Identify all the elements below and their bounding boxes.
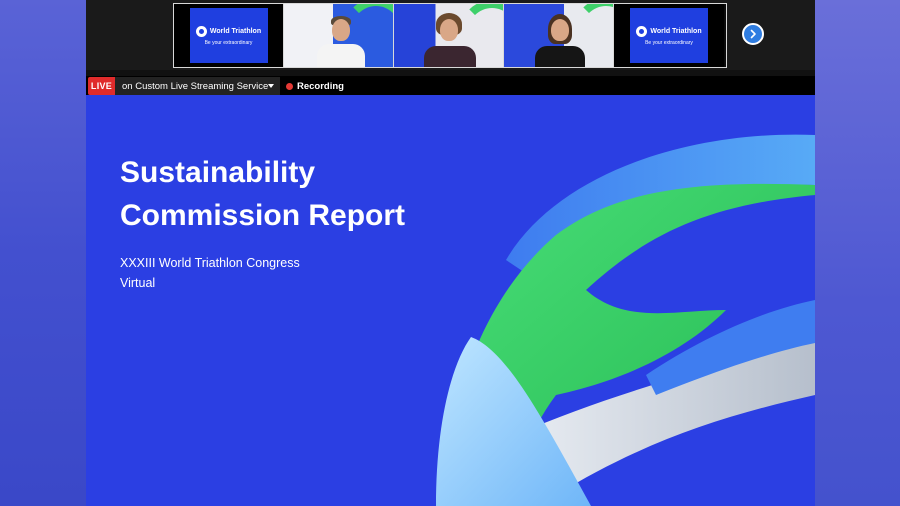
brand-name: World Triathlon <box>209 27 262 35</box>
shared-slide: Sustainability Commission Report XXXIII … <box>86 95 815 506</box>
video-tile-participant-2[interactable] <box>394 4 504 67</box>
stream-target-label: on Custom Live Streaming Service <box>122 80 269 92</box>
slide-subtitle-line-2: Virtual <box>120 276 156 290</box>
brand-card: World Triathlon Be your extraordinary <box>189 8 268 63</box>
participant-head <box>440 19 458 41</box>
recording-label: Recording <box>297 80 344 92</box>
brand-name: World Triathlon <box>650 27 702 35</box>
background-left <box>0 0 86 506</box>
brand-tagline: Be your extraordinary <box>645 39 693 46</box>
caret-down-icon <box>268 84 274 88</box>
video-tile-brand-1[interactable]: World Triathlon Be your extraordinary <box>174 4 284 67</box>
recording-indicator[interactable]: Recording <box>286 77 344 95</box>
live-badge[interactable]: LIVE <box>88 77 115 95</box>
meeting-status-bar: LIVE on Custom Live Streaming Service Re… <box>86 76 815 95</box>
slide-title-line-1: Sustainability <box>120 156 316 189</box>
participant-body <box>535 46 585 67</box>
next-page-button[interactable] <box>742 23 764 45</box>
live-stream-dropdown[interactable]: on Custom Live Streaming Service <box>115 77 280 95</box>
participant-head <box>551 19 569 41</box>
background-right <box>814 0 900 506</box>
meeting-window: World Triathlon Be your extraordinary Wo… <box>86 0 815 506</box>
video-tile-participant-1[interactable] <box>284 4 394 67</box>
video-thumbnails: World Triathlon Be your extraordinary Wo… <box>173 3 727 68</box>
world-triathlon-logo-icon <box>195 25 207 37</box>
world-triathlon-logo-icon <box>636 25 648 37</box>
brand-card: World Triathlon Be your extraordinary <box>630 8 708 63</box>
participant-body <box>317 44 365 67</box>
video-filmstrip: World Triathlon Be your extraordinary Wo… <box>86 0 815 70</box>
brand-tagline: Be your extraordinary <box>204 39 253 46</box>
video-tile-participant-3[interactable] <box>504 4 614 67</box>
slide-title-line-2: Commission Report <box>120 199 406 232</box>
slide-subtitle: XXXIII World Triathlon Congress Virtual <box>120 253 300 293</box>
record-dot-icon <box>286 82 293 90</box>
video-tile-brand-2[interactable]: World Triathlon Be your extraordinary <box>614 4 724 67</box>
participant-head <box>332 19 350 41</box>
slide-subtitle-line-1: XXXIII World Triathlon Congress <box>120 256 300 270</box>
slide-title: Sustainability Commission Report <box>120 151 500 237</box>
participant-body <box>424 46 476 67</box>
chevron-right-icon <box>750 29 756 39</box>
